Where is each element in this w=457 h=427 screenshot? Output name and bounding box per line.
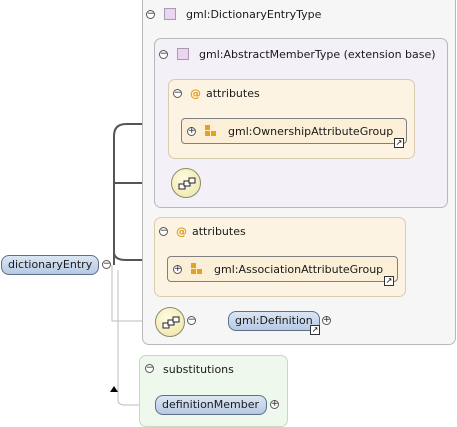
collapse-icon[interactable]: −	[159, 227, 168, 236]
attributes-label: attributes	[206, 87, 260, 100]
substitutions-label: substitutions	[163, 363, 234, 376]
reference-arrow-icon: ↗	[310, 325, 320, 335]
collapse-icon[interactable]: −	[146, 10, 155, 19]
definition-member-element[interactable]: definitionMember	[155, 395, 267, 415]
definition-element[interactable]: gml:Definition	[228, 311, 320, 331]
attribute-icon: @	[190, 87, 201, 100]
attribute-group-icon	[205, 125, 217, 136]
expand-icon[interactable]: +	[270, 400, 279, 409]
collapse-icon[interactable]: −	[102, 260, 111, 269]
sequence-compositor-icon[interactable]	[171, 168, 201, 198]
collapse-icon[interactable]: −	[173, 89, 182, 98]
expand-icon[interactable]: +	[187, 127, 196, 136]
complex-type-icon	[164, 8, 176, 20]
attribute-icon: @	[176, 225, 187, 238]
expand-icon[interactable]: +	[322, 316, 331, 325]
association-attribute-group-label: gml:AssociationAttributeGroup	[214, 263, 384, 276]
attribute-group-icon	[191, 263, 203, 274]
ownership-attribute-group-label: gml:OwnershipAttributeGroup	[228, 125, 394, 138]
dictionary-entry-element[interactable]: dictionaryEntry	[1, 255, 99, 275]
attributes-label: attributes	[192, 225, 246, 238]
collapse-icon[interactable]: −	[159, 50, 168, 59]
type-name: gml:DictionaryEntryType	[186, 8, 322, 21]
expand-icon[interactable]: +	[173, 265, 182, 274]
sequence-compositor-icon[interactable]	[155, 307, 185, 337]
extension-base-name: gml:AbstractMemberType (extension base)	[199, 48, 436, 61]
complex-type-icon	[177, 48, 189, 60]
collapse-icon[interactable]: −	[145, 364, 154, 373]
reference-arrow-icon: ↗	[394, 138, 404, 148]
reference-arrow-icon: ↗	[384, 276, 394, 286]
collapse-icon[interactable]: −	[187, 316, 196, 325]
